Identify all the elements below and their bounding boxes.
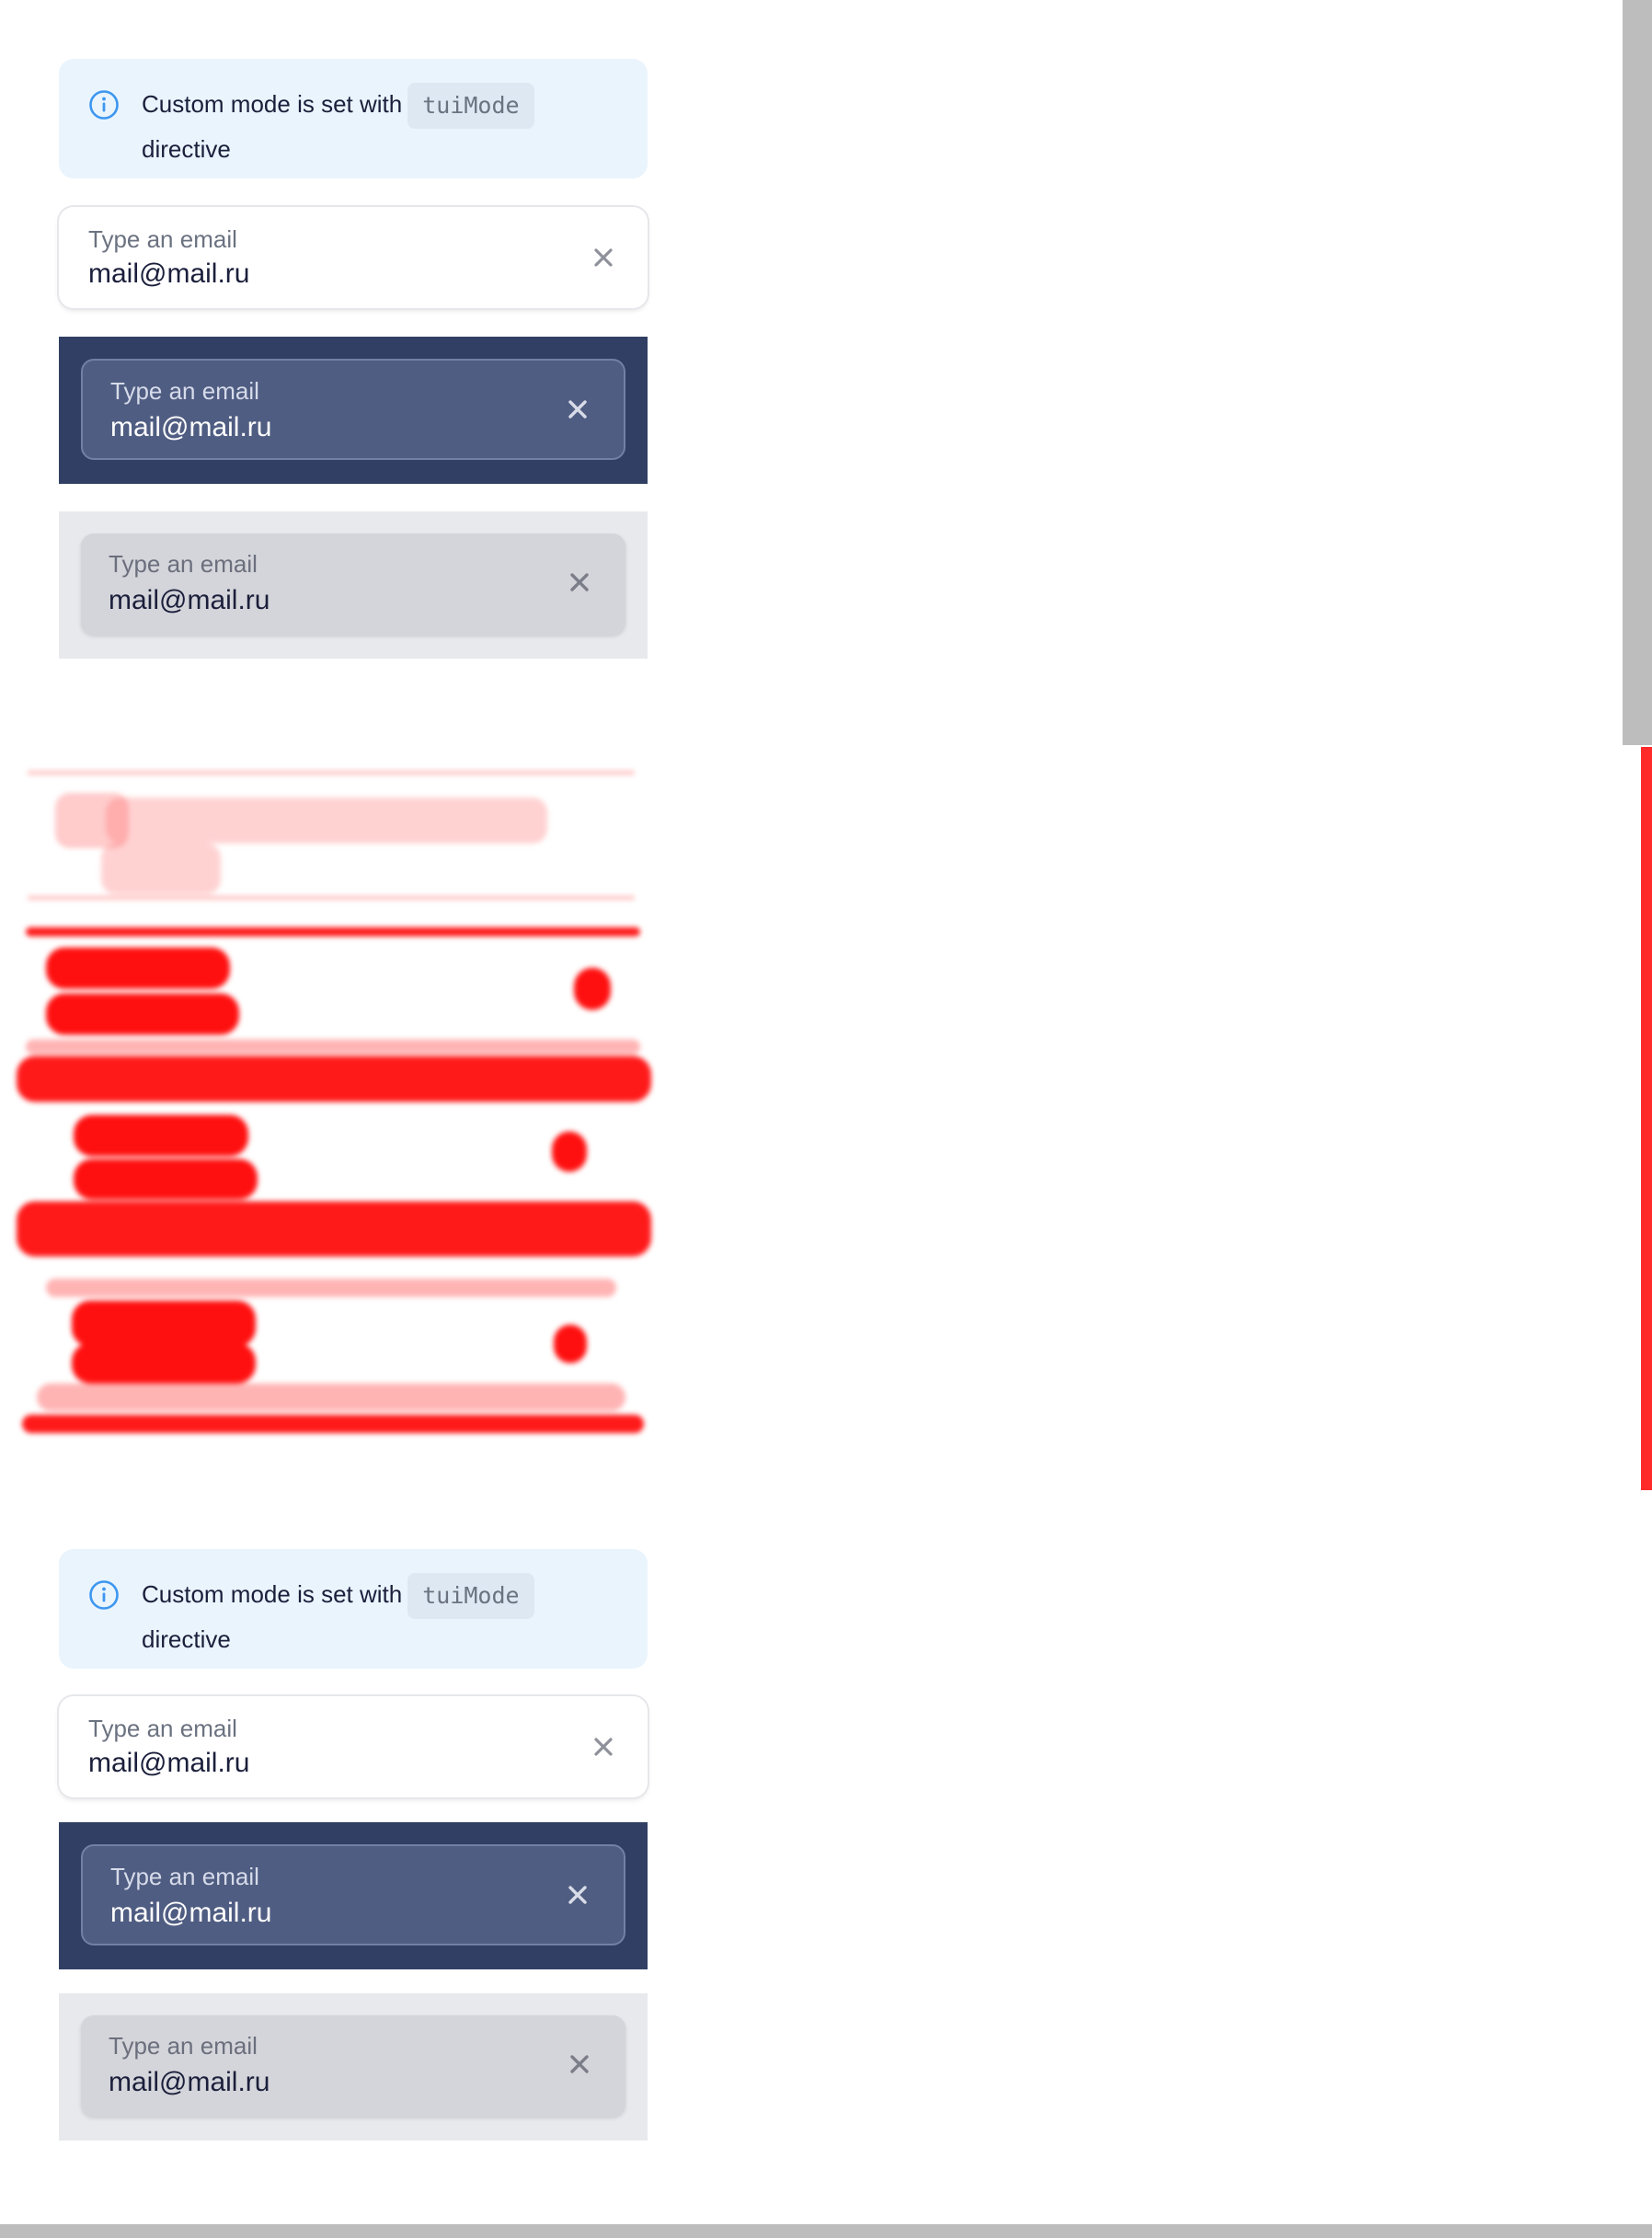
email-field-value[interactable]: mail@mail.ru: [88, 1748, 249, 1779]
email-field-grey[interactable]: Type an email mail@mail.ru: [81, 2015, 625, 2117]
email-field-value[interactable]: mail@mail.ru: [109, 2067, 270, 2098]
email-field-label: Type an email: [88, 225, 237, 253]
dark-mode-panel: Type an email mail@mail.ru: [59, 1822, 648, 1969]
email-field-dark[interactable]: Type an email mail@mail.ru: [81, 1844, 625, 1945]
diff-scrollbar-marker: [1641, 747, 1652, 1490]
section-bottom: Custom mode is set with tuiMode directive…: [0, 1490, 1652, 2224]
email-field-value[interactable]: mail@mail.ru: [109, 585, 270, 616]
section-top: Custom mode is set with tuiMode directive…: [0, 0, 1652, 745]
notice-code: tuiMode: [407, 83, 534, 129]
scrollbar[interactable]: [1623, 0, 1652, 745]
email-field-label: Type an email: [110, 377, 259, 405]
close-icon[interactable]: [587, 1730, 620, 1763]
notice-text-after: directive: [142, 1625, 231, 1653]
email-field[interactable]: Type an email mail@mail.ru: [59, 207, 648, 308]
info-icon: [88, 89, 120, 121]
email-field-label: Type an email: [88, 1715, 237, 1742]
info-notice: Custom mode is set with tuiMode directive: [59, 59, 648, 178]
email-field[interactable]: Type an email mail@mail.ru: [59, 1696, 648, 1797]
close-icon[interactable]: [563, 2048, 596, 2081]
email-field-dark[interactable]: Type an email mail@mail.ru: [81, 359, 625, 460]
dark-mode-panel: Type an email mail@mail.ru: [59, 337, 648, 484]
close-icon[interactable]: [563, 566, 596, 599]
email-field-grey[interactable]: Type an email mail@mail.ru: [81, 534, 625, 635]
close-icon[interactable]: [561, 1878, 594, 1911]
diff-overlay: [0, 747, 662, 1490]
email-field-value[interactable]: mail@mail.ru: [110, 1898, 271, 1929]
email-field-label: Type an email: [109, 2032, 258, 2060]
close-icon[interactable]: [587, 241, 620, 274]
notice-text: Custom mode is set with: [142, 1579, 403, 1608]
email-field-value[interactable]: mail@mail.ru: [88, 258, 249, 290]
info-notice: Custom mode is set with tuiMode directive: [59, 1549, 648, 1669]
grey-mode-panel: Type an email mail@mail.ru: [59, 511, 648, 659]
bottom-scrollbar[interactable]: [0, 2224, 1652, 2238]
email-field-label: Type an email: [109, 550, 258, 578]
email-field-value[interactable]: mail@mail.ru: [110, 412, 271, 443]
close-icon[interactable]: [561, 393, 594, 426]
grey-mode-panel: Type an email mail@mail.ru: [59, 1993, 648, 2140]
email-field-label: Type an email: [110, 1863, 259, 1890]
notice-text-after: directive: [142, 135, 231, 163]
notice-text: Custom mode is set with: [142, 89, 403, 118]
info-icon: [88, 1579, 120, 1611]
notice-code: tuiMode: [407, 1573, 534, 1619]
